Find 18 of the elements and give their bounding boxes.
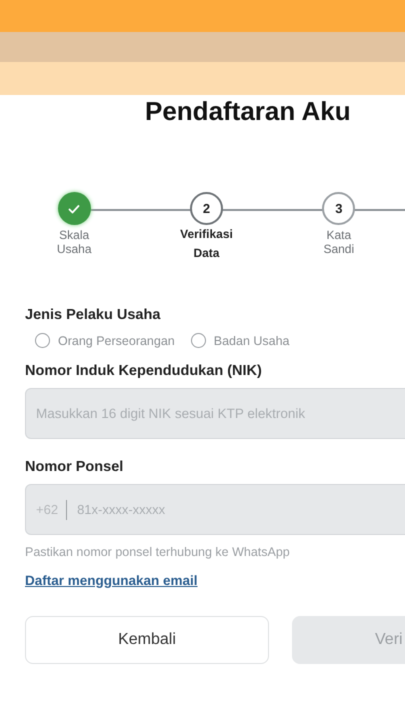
step-label: Verifikasi Data	[179, 226, 234, 262]
radio-button[interactable]	[35, 333, 50, 348]
step-label: Kata Sandi	[322, 228, 356, 256]
field-label: Nomor Ponsel	[25, 458, 124, 476]
field-label: Jenis Pelaku Usaha	[25, 306, 162, 324]
back-button[interactable]: Kembali	[25, 616, 269, 664]
field-label: Nomor Induk Kependudukan (NIK)	[25, 362, 263, 380]
radio-label: Orang Perseorangan	[58, 334, 175, 348]
input-field[interactable]: Masukkan 16 digit NIK sesuai KTP elektronik	[25, 388, 405, 439]
step-number[interactable]: 3	[322, 192, 356, 225]
radio-button[interactable]	[190, 333, 206, 348]
radio-label: Badan Usaha	[214, 334, 290, 348]
page-title: Pendaftaran Aku	[144, 95, 352, 127]
step-label: Skala Usaha	[56, 228, 92, 256]
hint-text: Pastikan nomor ponsel terhubung ke WhatsApp	[25, 545, 291, 559]
email-link[interactable]: Daftar menggunakan email	[25, 573, 198, 588]
phone-input[interactable]: 81x-xxxx-xxxxx	[67, 501, 380, 518]
step-number[interactable]: 2	[190, 192, 223, 225]
